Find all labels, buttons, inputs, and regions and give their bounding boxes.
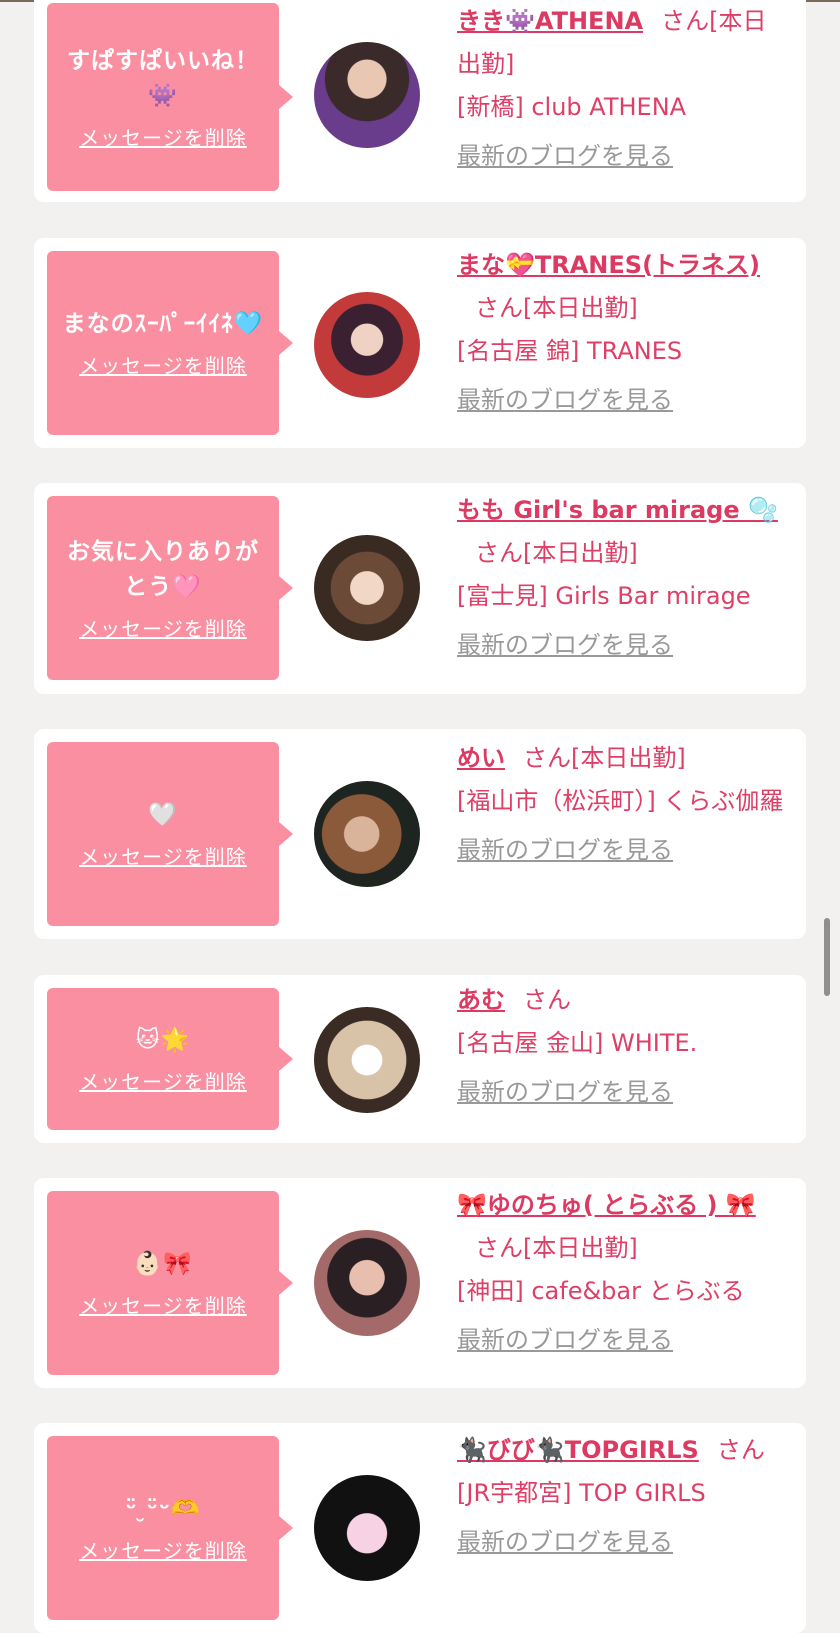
- shop-name: [新橋] club ATHENA: [457, 93, 687, 121]
- latest-blog-link[interactable]: 最新のブログを見る: [457, 1319, 787, 1362]
- honorific: さん: [475, 294, 523, 322]
- cast-info: あむ さん [名古屋 金山] WHITE. 最新のブログを見る: [457, 979, 787, 1114]
- message-text: すぱすぱいいね！👾: [67, 47, 259, 109]
- message-card: まなのｽｰﾊﾟｰｲｲﾈ🩵 メッセージを削除 まな💝TRANES(トラネス)さん[…: [34, 238, 806, 448]
- cast-info: 🎀ゆのちゅ( とらぶる ) 🎀 さん[本日出勤] [神田] cafe&bar とら…: [457, 1184, 787, 1362]
- avatar[interactable]: [314, 781, 420, 887]
- message-card: すぱすぱいいね！👾 メッセージを削除 きき👾ATHENA さん[本日出勤] [新橋…: [34, 0, 806, 202]
- work-status: [本日出勤]: [571, 744, 686, 772]
- cast-info: めい さん[本日出勤] [福山市（松浜町）] くらぶ伽羅 最新のブログを見る: [457, 737, 787, 872]
- avatar[interactable]: [314, 1475, 420, 1581]
- message-text: お気に入りありがとう🩷: [67, 538, 259, 600]
- cast-name-link[interactable]: もも Girl's bar mirage 🫧: [457, 496, 778, 524]
- honorific: さん: [475, 1234, 523, 1262]
- cast-name-link[interactable]: 🎀ゆのちゅ( とらぶる ) 🎀: [457, 1191, 756, 1219]
- message-bubble: 🤍 メッセージを削除: [47, 742, 293, 926]
- shop-name: [JR宇都宮] TOP GIRLS: [457, 1479, 706, 1507]
- honorific: さん: [716, 1436, 765, 1464]
- latest-blog-link[interactable]: 最新のブログを見る: [457, 829, 787, 872]
- scrollbar-thumb[interactable]: [824, 918, 830, 996]
- cast-info: 🐈‍⬛びび🐈‍⬛TOPGIRLS さん [JR宇都宮] TOP GIRLS 最新の…: [457, 1429, 787, 1564]
- avatar[interactable]: [314, 535, 420, 641]
- message-text: 👶🏻🎀: [133, 1251, 193, 1277]
- message-text: 🐱🌟: [135, 1027, 191, 1053]
- message-text: 🤍: [148, 802, 178, 828]
- shop-name: [神田] cafe&bar とらぶる: [457, 1277, 745, 1305]
- latest-blog-link[interactable]: 最新のブログを見る: [457, 135, 787, 178]
- message-bubble: ᵕ̈ ̮ᵕ̈ᵕ🫶 メッセージを削除: [47, 1436, 293, 1620]
- message-card: 👶🏻🎀 メッセージを削除 🎀ゆのちゅ( とらぶる ) 🎀 さん[本日出勤] [神田…: [34, 1178, 806, 1388]
- honorific: さん: [475, 539, 523, 567]
- honorific: さん: [523, 986, 571, 1014]
- delete-message-link[interactable]: メッセージを削除: [79, 841, 247, 870]
- latest-blog-link[interactable]: 最新のブログを見る: [457, 624, 787, 667]
- avatar[interactable]: [314, 1230, 420, 1336]
- message-bubble: まなのｽｰﾊﾟｰｲｲﾈ🩵 メッセージを削除: [47, 251, 293, 435]
- avatar[interactable]: [314, 42, 420, 148]
- cast-info: きき👾ATHENA さん[本日出勤] [新橋] club ATHENA 最新のブロ…: [457, 0, 787, 178]
- work-status: [本日出勤]: [523, 1234, 638, 1262]
- cast-name-link[interactable]: きき👾ATHENA: [457, 7, 643, 35]
- message-bubble: お気に入りありがとう🩷 メッセージを削除: [47, 496, 293, 680]
- latest-blog-link[interactable]: 最新のブログを見る: [457, 379, 787, 422]
- cast-name-link[interactable]: めい: [457, 744, 505, 772]
- message-card: ᵕ̈ ̮ᵕ̈ᵕ🫶 メッセージを削除 🐈‍⬛びび🐈‍⬛TOPGIRLS さん [JR…: [34, 1423, 806, 1633]
- honorific: さん: [661, 7, 710, 35]
- work-status: [本日出勤]: [523, 539, 638, 567]
- work-status: [本日出勤]: [523, 294, 638, 322]
- shop-name: [富士見] Girls Bar mirage: [457, 582, 751, 610]
- message-card: お気に入りありがとう🩷 メッセージを削除 もも Girl's bar mirag…: [34, 483, 806, 694]
- delete-message-link[interactable]: メッセージを削除: [79, 122, 247, 151]
- message-bubble: 🐱🌟 メッセージを削除: [47, 988, 293, 1130]
- message-text: まなのｽｰﾊﾟｰｲｲﾈ🩵: [62, 311, 264, 337]
- cast-name-link[interactable]: まな💝TRANES(トラネス): [457, 251, 760, 279]
- message-bubble: 👶🏻🎀 メッセージを削除: [47, 1191, 293, 1375]
- avatar[interactable]: [314, 292, 420, 398]
- cast-info: まな💝TRANES(トラネス) さん[本日出勤] [名古屋 錦] TRANES 最…: [457, 244, 787, 422]
- avatar[interactable]: [314, 1007, 420, 1113]
- honorific: さん: [523, 744, 571, 772]
- delete-message-link[interactable]: メッセージを削除: [79, 1535, 247, 1564]
- delete-message-link[interactable]: メッセージを削除: [79, 1066, 247, 1095]
- shop-name: [名古屋 錦] TRANES: [457, 337, 683, 365]
- delete-message-link[interactable]: メッセージを削除: [79, 1290, 247, 1319]
- cast-name-link[interactable]: あむ: [457, 986, 505, 1014]
- shop-name: [名古屋 金山] WHITE.: [457, 1029, 698, 1057]
- shop-name: [福山市（松浜町）] くらぶ伽羅: [457, 787, 784, 815]
- cast-info: もも Girl's bar mirage 🫧 さん[本日出勤] [富士見] Gir…: [457, 489, 787, 667]
- delete-message-link[interactable]: メッセージを削除: [79, 350, 247, 379]
- message-bubble: すぱすぱいいね！👾 メッセージを削除: [47, 3, 293, 191]
- latest-blog-link[interactable]: 最新のブログを見る: [457, 1521, 787, 1564]
- message-text: ᵕ̈ ̮ᵕ̈ᵕ🫶: [125, 1496, 201, 1522]
- message-card: 🐱🌟 メッセージを削除 あむ さん [名古屋 金山] WHITE. 最新のブログを…: [34, 975, 806, 1143]
- cast-name-link[interactable]: 🐈‍⬛びび🐈‍⬛TOPGIRLS: [457, 1436, 699, 1464]
- delete-message-link[interactable]: メッセージを削除: [79, 613, 247, 642]
- message-card: 🤍 メッセージを削除 めい さん[本日出勤] [福山市（松浜町）] くらぶ伽羅 最…: [34, 729, 806, 939]
- latest-blog-link[interactable]: 最新のブログを見る: [457, 1071, 787, 1114]
